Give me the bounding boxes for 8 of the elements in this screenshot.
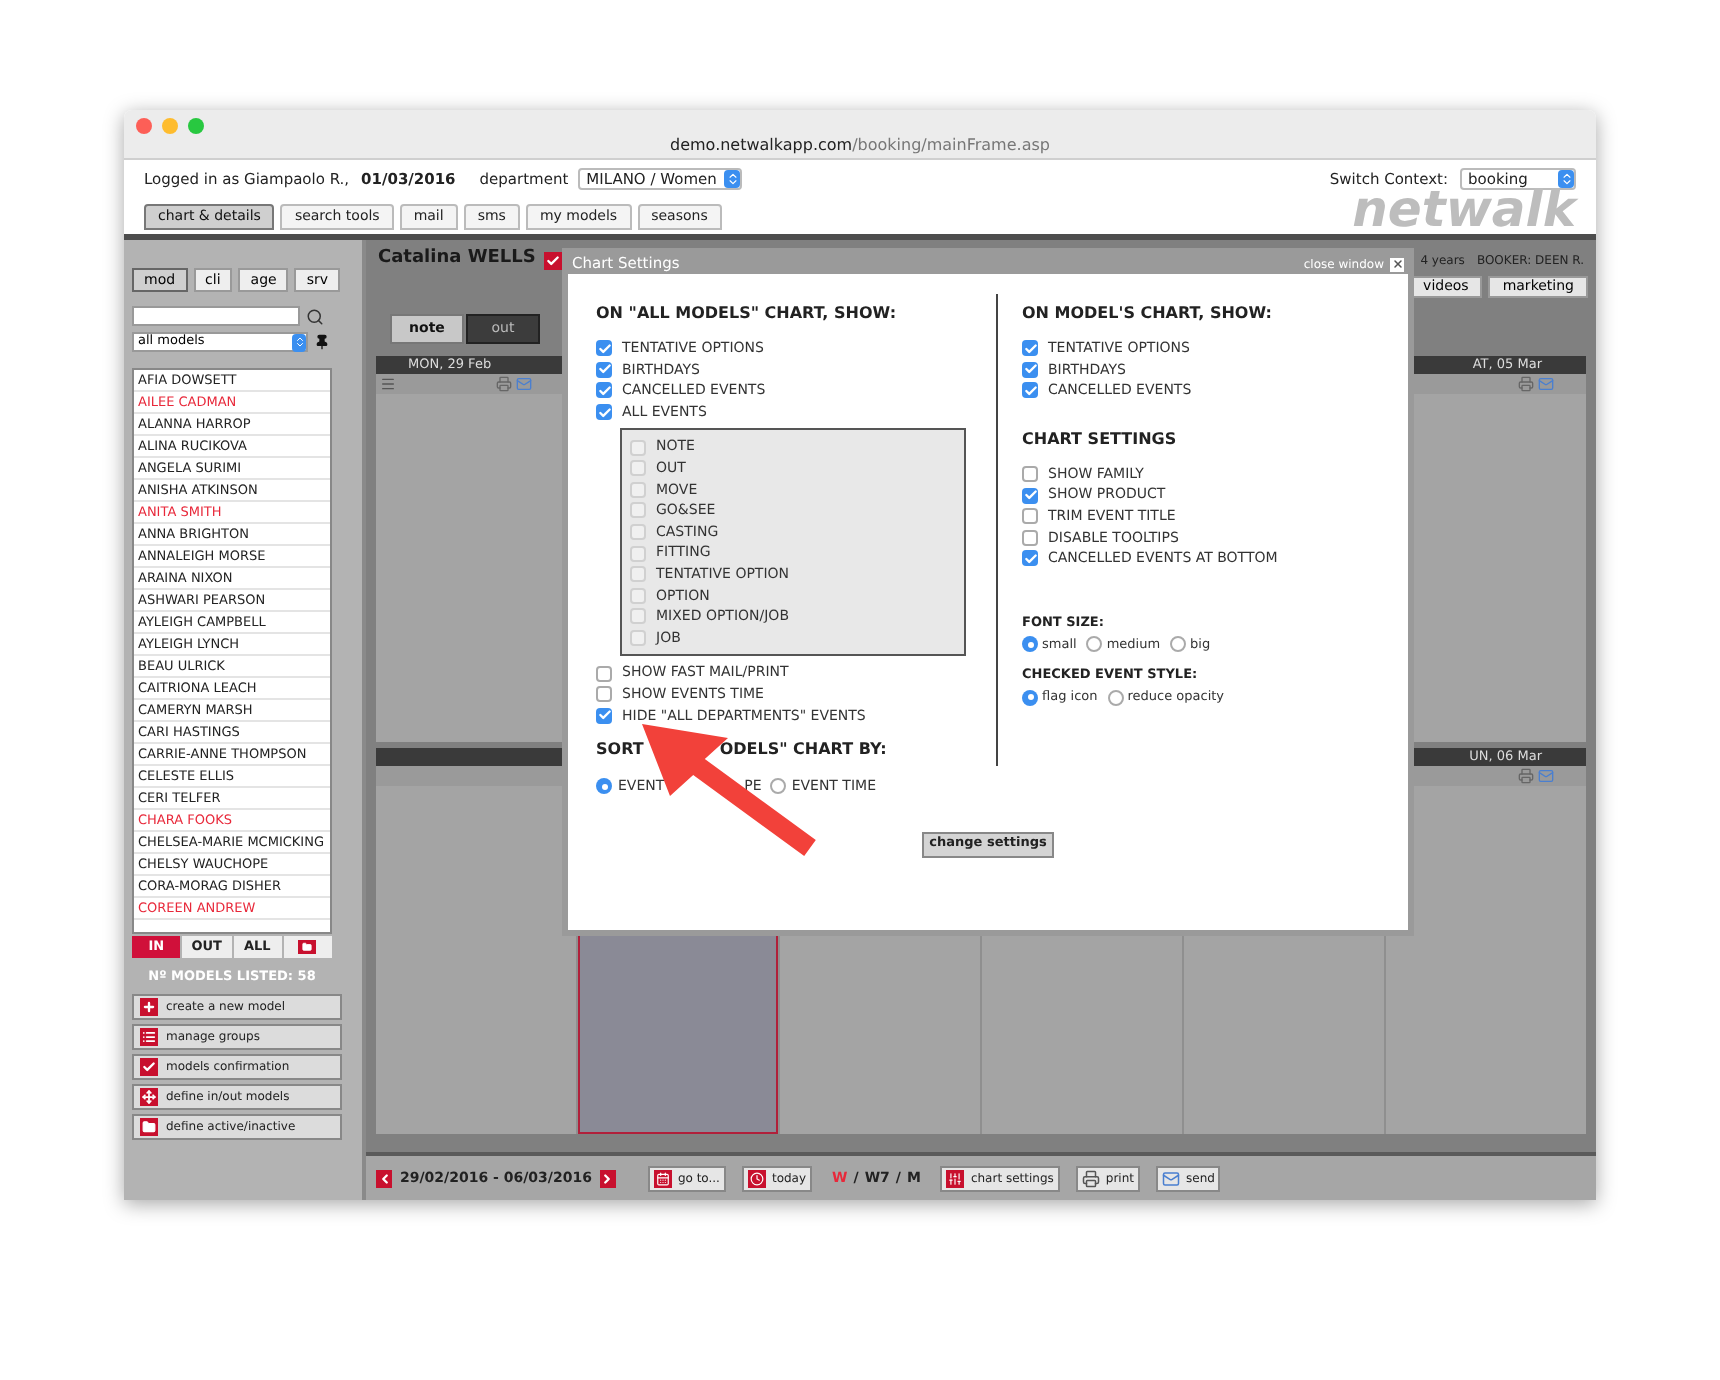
section-heading: ON MODEL'S CHART, SHOW: bbox=[1022, 302, 1274, 326]
section-heading: ODELS" CHART BY: bbox=[719, 738, 887, 763]
section-heading: CHART SETTINGS bbox=[1022, 427, 1179, 452]
netwalk-logo: netwalk bbox=[1352, 184, 1576, 234]
section-heading: ON "ALL MODELS" CHART, SHOW: bbox=[596, 302, 899, 326]
url-text: demo.netwalkapp.com/booking/mainFrame.asp bbox=[670, 138, 1050, 154]
section-heading: SORT bbox=[596, 738, 644, 763]
model-name: Catalina WELLS bbox=[378, 246, 536, 273]
